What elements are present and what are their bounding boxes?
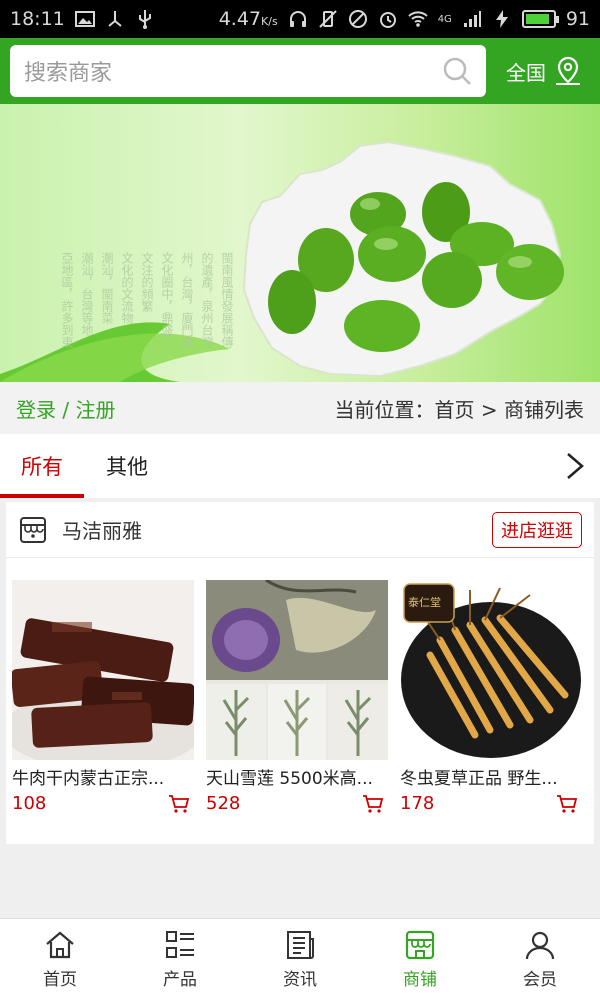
promo-banner[interactable]: 閩南風情發展稱傳 的遺產，泉州台灣 州，台灣，廈門廣 文化圈中，鼎盛 文注的頻繁… [0, 104, 600, 382]
nav-label: 资讯 [283, 970, 317, 990]
tab-all[interactable]: 所有 [0, 434, 84, 498]
status-bar: 18:11 4.47K/s 4G 91 [0, 0, 600, 38]
product-price: 178 [400, 793, 435, 814]
cart-icon[interactable] [168, 794, 190, 814]
poem-line: 亞地區，許多到東 [60, 252, 74, 348]
nav-label: 商铺 [403, 970, 437, 990]
cart-icon[interactable] [362, 794, 384, 814]
store-icon [405, 930, 435, 960]
store-header: 马洁丽雅 进店逛逛 [6, 502, 594, 558]
poem-line: 州，台灣，廈門廣 [180, 252, 194, 348]
vibrate-off-icon [318, 10, 337, 28]
product-name[interactable]: 天山雪莲 5500米高... [206, 764, 388, 789]
product-name[interactable]: 冬虫夏草正品 野生... [400, 764, 582, 789]
store-icon [20, 516, 46, 543]
store-card: 马洁丽雅 进店逛逛 牛肉干内蒙古正宗... 108 天山雪莲 5500米高...… [6, 502, 594, 844]
battery-percent: 91 [565, 8, 590, 30]
grid-list-icon [166, 931, 194, 958]
search-input[interactable]: 搜索商家 [10, 45, 486, 97]
product-item[interactable]: 牛肉干内蒙古正宗... 108 [12, 580, 194, 814]
user-icon [525, 931, 555, 960]
banner-poem: 閩南風情發展稱傳 的遺產，泉州台灣 州，台灣，廈門廣 文化圈中，鼎盛 文注的頻繁… [0, 252, 240, 382]
region-label: 全国 [506, 60, 546, 85]
product-price: 528 [206, 793, 241, 814]
product-name[interactable]: 牛肉干内蒙古正宗... [12, 764, 194, 789]
battery-icon [521, 10, 559, 28]
network-speed-unit: K/s [261, 15, 278, 28]
category-tabs: 所有 其他 [0, 434, 600, 498]
login-register-link[interactable]: 登录 / 注册 [16, 394, 115, 423]
nav-products[interactable]: 产品 [120, 919, 240, 1000]
search-icon[interactable] [442, 56, 472, 86]
bottom-nav: 首页 产品 资讯 商铺 会员 [0, 918, 600, 1000]
usb-icon [138, 10, 151, 29]
region-selector[interactable]: 全国 [506, 56, 590, 86]
product-list: 牛肉干内蒙古正宗... 108 天山雪莲 5500米高... 528 泰仁堂 冬… [6, 558, 594, 814]
battery-fill [525, 14, 550, 24]
poem-line: 文化圈中，鼎盛 [160, 252, 174, 336]
current-location: 当前位置：首页 > 商铺列表 [334, 397, 584, 422]
poem-line: 閩南風情發展稱傳 [220, 252, 234, 348]
network-type: 4G [437, 13, 452, 25]
signal-icon [463, 11, 481, 27]
nav-label: 产品 [163, 970, 197, 990]
product-image-snow-lotus[interactable] [206, 580, 388, 760]
poem-line: 的遺產，泉州台灣 [200, 252, 214, 348]
wifi-icon [407, 11, 428, 27]
search-placeholder: 搜索商家 [24, 61, 113, 86]
poem-line: 潮汕，台灣等地 [80, 252, 94, 336]
nav-label: 会员 [523, 970, 557, 990]
status-time: 18:11 [10, 8, 65, 30]
product-image-beef-jerky[interactable] [12, 580, 194, 760]
home-icon [46, 931, 74, 959]
location-pin-icon [556, 56, 580, 85]
news-icon [287, 931, 314, 959]
product-image-cordyceps[interactable]: 泰仁堂 [400, 580, 582, 760]
charging-icon [495, 10, 508, 28]
poem-line: 文注的頻繁 [140, 252, 154, 312]
visit-store-button[interactable]: 进店逛逛 [492, 511, 582, 548]
nav-member[interactable]: 会员 [480, 919, 600, 1000]
poem-line: 文化的文流物 [120, 252, 134, 324]
chevron-right-icon[interactable] [564, 451, 586, 481]
network-speed-value: 4.47 [218, 8, 262, 30]
breadcrumb: 登录 / 注册 当前位置：首页 > 商铺列表 [0, 382, 600, 434]
app-header: 搜索商家 全国 [0, 38, 600, 104]
alarm-icon [379, 12, 396, 28]
tab-other[interactable]: 其他 [84, 434, 170, 498]
mute-icon [348, 10, 367, 28]
product-item[interactable]: 泰仁堂 冬虫夏草正品 野生... 178 [400, 580, 582, 814]
product-item[interactable]: 天山雪莲 5500米高... 528 [206, 580, 388, 814]
poem-line: 潮汕，閩南菜 [100, 252, 114, 324]
nav-news[interactable]: 资讯 [240, 919, 360, 1000]
store-name[interactable]: 马洁丽雅 [62, 515, 142, 544]
brand-logo-text: 泰仁堂 [408, 596, 441, 609]
network-speed: 4.47K/s [219, 8, 278, 30]
nav-label: 首页 [43, 970, 77, 990]
nav-home[interactable]: 首页 [0, 919, 120, 1000]
headset-icon [289, 11, 306, 27]
product-price: 108 [12, 793, 47, 814]
usb-share-icon [108, 11, 122, 27]
image-icon [74, 11, 95, 27]
cart-icon[interactable] [556, 794, 578, 814]
nav-stores[interactable]: 商铺 [360, 919, 480, 1000]
